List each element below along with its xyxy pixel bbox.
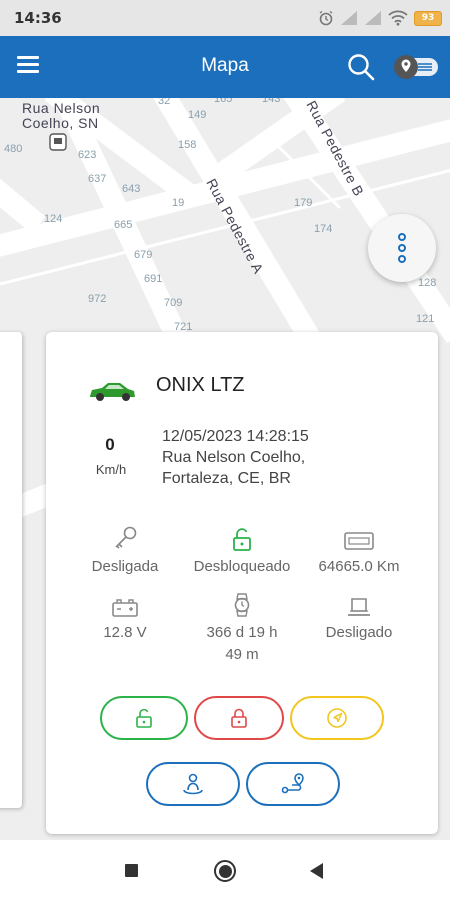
lot-number: 623	[78, 149, 96, 161]
battery-voltage-icon	[112, 599, 138, 617]
lot-number: 179	[294, 197, 312, 209]
search-icon[interactable]	[346, 52, 376, 82]
back-icon[interactable]	[310, 863, 323, 879]
dot-icon	[398, 244, 406, 252]
ignition-stat: Desligada	[60, 524, 190, 578]
lot-number: 19	[172, 197, 184, 209]
lot-number: 128	[418, 277, 436, 289]
lot-number: 174	[314, 223, 332, 235]
time-value-line1: 366 d 19 h	[206, 624, 278, 641]
page-title: Mapa	[201, 55, 249, 76]
time-value-line2: 49 m	[225, 646, 259, 663]
lot-number: 665	[114, 219, 132, 231]
lock-icon	[231, 708, 247, 728]
key-icon	[115, 526, 137, 549]
lot-number: 691	[144, 273, 162, 285]
home-icon[interactable]	[214, 860, 236, 882]
more-options-button[interactable]	[368, 214, 436, 282]
vehicle-card[interactable]: ONIX LTZ 0 Km/h 12/05/2023 14:28:15 Rua …	[46, 332, 438, 834]
app-bar: Mapa	[0, 36, 450, 98]
car-icon	[90, 383, 135, 401]
lot-number: 165	[214, 98, 232, 105]
device-status: Desligado	[325, 624, 393, 641]
locate-button[interactable]	[290, 696, 384, 740]
driver-button[interactable]	[146, 762, 240, 806]
lock-stat: Desbloqueado	[177, 524, 307, 578]
vehicle-name: ONIX LTZ	[156, 374, 245, 396]
unlock-icon	[136, 708, 152, 728]
lot-number: 679	[134, 249, 152, 261]
bus-stop-icon	[49, 133, 67, 151]
last-update-datetime: 12/05/2023 14:28:15	[162, 428, 309, 445]
voltage-value: 12.8 V	[103, 624, 147, 641]
lot-number: 124	[44, 213, 62, 225]
time-stat: 366 d 19 h 49 m	[177, 590, 307, 666]
system-nav-bar	[0, 840, 450, 900]
odometer-value: 64665.0 Km	[318, 558, 400, 575]
previous-vehicle-card[interactable]	[0, 332, 22, 808]
recent-apps-icon[interactable]	[125, 864, 138, 877]
status-icons: 93	[318, 8, 442, 28]
lot-number: 637	[88, 173, 106, 185]
route-button[interactable]	[246, 762, 340, 806]
lot-number: 709	[164, 297, 182, 309]
lot-number: 158	[178, 139, 196, 151]
battery-icon: 93	[414, 10, 442, 26]
route-icon	[281, 773, 304, 794]
lot-number: 32	[158, 98, 170, 107]
lot-number: 121	[416, 313, 434, 325]
address-line-2: Fortaleza, CE, BR	[162, 470, 291, 487]
status-time: 14:36	[14, 9, 62, 27]
battery-level: 93	[421, 13, 435, 23]
signal-icon	[341, 11, 357, 25]
lot-number: 972	[88, 293, 106, 305]
address-line-1: Rua Nelson Coelho,	[162, 449, 306, 466]
dot-icon	[398, 255, 406, 263]
driver-icon	[183, 773, 203, 795]
status-bar: 14:36 93	[0, 0, 450, 36]
unlock-status-icon	[233, 528, 251, 551]
lock-status: Desbloqueado	[193, 558, 291, 575]
odometer-stat: 64665.0 Km	[294, 524, 424, 578]
alarm-icon	[319, 10, 333, 26]
street-label: Rua Nelson	[22, 100, 100, 116]
ignition-status: Desligada	[91, 558, 159, 575]
speed-unit: Km/h	[95, 462, 127, 477]
watch-icon	[234, 593, 250, 617]
speed-value: 0	[105, 435, 115, 454]
voltage-stat: 12.8 V	[60, 590, 190, 644]
device-stat: Desligado	[294, 590, 424, 644]
signal-icon-2	[365, 11, 381, 25]
navigate-icon	[327, 708, 347, 728]
wifi-icon	[388, 10, 408, 26]
map-list-toggle-icon[interactable]	[394, 54, 440, 80]
lot-number: 143	[262, 98, 280, 105]
lock-button[interactable]	[194, 696, 284, 740]
street-label: Coelho, SN	[22, 115, 99, 131]
dot-icon	[398, 233, 406, 241]
lot-number: 149	[188, 109, 206, 121]
odometer-icon	[344, 532, 374, 550]
lot-number: 480	[4, 143, 22, 155]
lot-number: 643	[122, 183, 140, 195]
unlock-button[interactable]	[100, 696, 188, 740]
device-icon	[348, 598, 370, 616]
